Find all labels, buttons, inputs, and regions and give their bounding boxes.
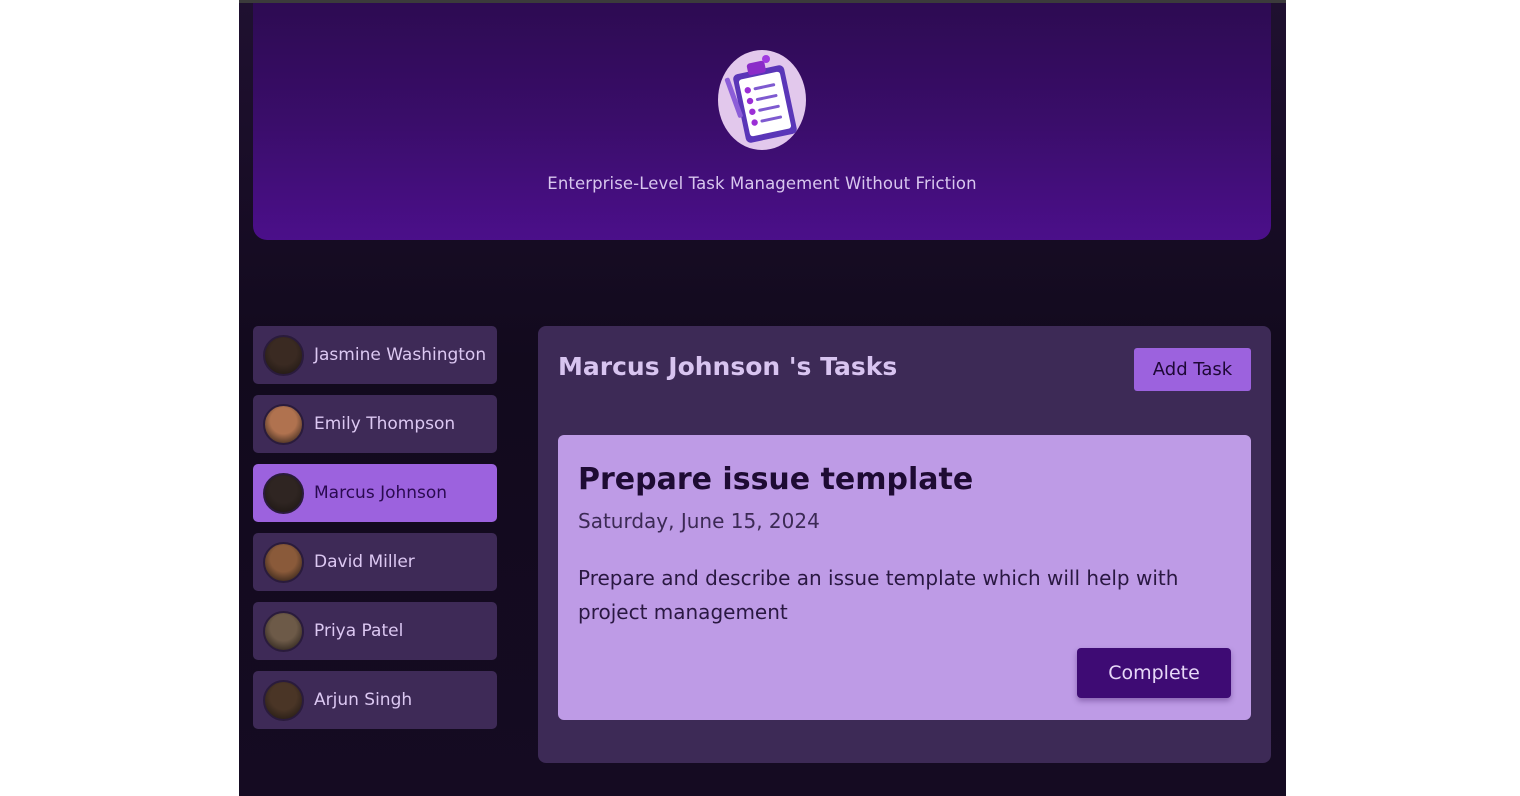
member-list: Jasmine Washington Emily Thompson Marcus…	[253, 326, 497, 740]
member-name: Emily Thompson	[314, 414, 456, 434]
avatar	[263, 403, 304, 445]
hero-banner: Enterprise-Level Task Management Without…	[253, 3, 1271, 240]
avatar	[263, 472, 304, 514]
hero-tagline: Enterprise-Level Task Management Without…	[547, 174, 977, 193]
task-date: Saturday, June 15, 2024	[578, 509, 820, 533]
avatar	[263, 541, 304, 583]
member-item[interactable]: Emily Thompson	[253, 395, 497, 453]
member-item[interactable]: Jasmine Washington	[253, 326, 497, 384]
member-name: Arjun Singh	[314, 690, 413, 710]
avatar	[263, 334, 304, 376]
clipboard-checklist-icon	[718, 50, 806, 150]
app-window: Enterprise-Level Task Management Without…	[239, 0, 1286, 796]
member-name: Marcus Johnson	[314, 483, 448, 503]
member-name: Priya Patel	[314, 621, 404, 641]
task-description: Prepare and describe an issue template w…	[578, 566, 1179, 624]
complete-button[interactable]: Complete	[1077, 648, 1231, 698]
member-item[interactable]: Priya Patel	[253, 602, 497, 660]
tasks-title: Marcus Johnson 's Tasks	[558, 352, 898, 381]
member-item[interactable]: Arjun Singh	[253, 671, 497, 729]
add-task-button[interactable]: Add Task	[1134, 348, 1251, 391]
member-item[interactable]: David Miller	[253, 533, 497, 591]
avatar	[263, 610, 304, 652]
task-card: Prepare issue template Saturday, June 15…	[558, 435, 1251, 720]
member-name: Jasmine Washington	[314, 345, 487, 365]
member-item[interactable]: Marcus Johnson	[253, 464, 497, 522]
tasks-panel: Marcus Johnson 's Tasks Add Task Prepare…	[538, 326, 1271, 763]
member-name: David Miller	[314, 552, 415, 572]
avatar	[263, 679, 304, 721]
task-title: Prepare issue template	[578, 462, 974, 497]
